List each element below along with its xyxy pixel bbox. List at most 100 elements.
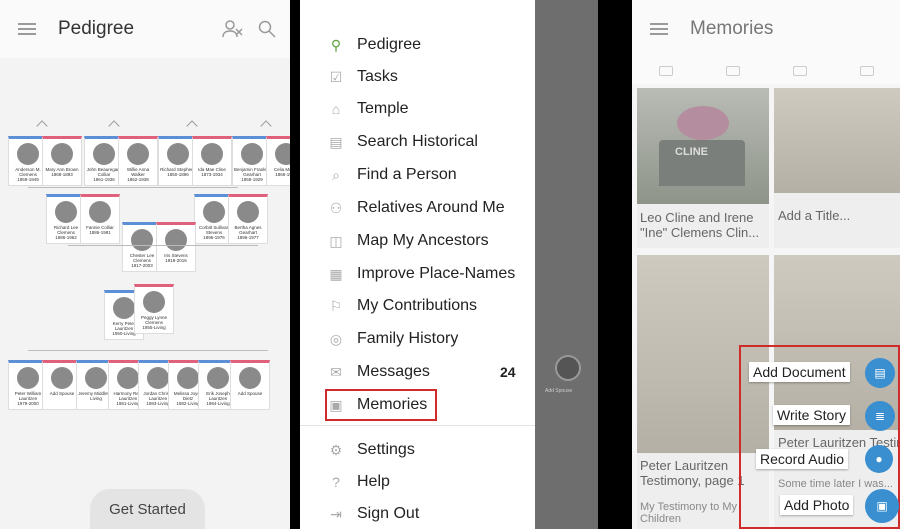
top-app-bar: Pedigree [0,0,290,58]
audio-tab-icon[interactable] [859,66,874,76]
avatar [143,291,165,313]
menu-item-label: My Contributions [357,297,478,314]
menu-item-sign-out[interactable]: ⇥ Sign Out [328,499,419,529]
person-card[interactable]: Mary Ann Brown 1868-1893 [42,136,82,186]
avatar [17,367,39,389]
avatar [241,143,263,165]
memories-screen: Memories CLINE Leo Cline and Irene "Ine"… [632,0,900,529]
avatar [127,143,149,165]
document-tab-icon[interactable] [725,66,740,76]
avatar [113,297,135,319]
menu-item-label: Temple [357,100,409,117]
person-card[interactable]: Willie Anna Walker 1862-1938 [118,136,158,186]
menu-item-label: Relatives Around Me [357,199,505,216]
avatar [51,367,73,389]
avatar [147,367,169,389]
story-tab-icon[interactable] [792,66,807,76]
menu-item-improve-place-names[interactable]: ▦ Improve Place-Names [328,259,515,289]
menu-item-find-a-person[interactable]: ⌕ Find a Person [328,160,457,190]
avatar [51,143,73,165]
menu-item-help[interactable]: ? Help [328,467,390,497]
avatar [117,367,139,389]
avatar [275,143,290,165]
person-card[interactable]: Fannie Colliar 1886-1981 [80,194,120,244]
pedigree-icon: ⚲ [330,36,342,53]
person-dates: 1866-1941 [275,172,290,177]
expand-chevron-icon[interactable] [108,120,120,132]
avatar [201,143,223,165]
avatar [165,229,187,251]
photo-icon[interactable]: ▣ [865,489,899,523]
person-dates: 1896-1977 [237,235,259,240]
person-card[interactable]: Peggy Lynne Clemens 1955-Living [134,284,174,334]
menu-item-search-historical[interactable]: ▤ Search Historical [328,127,478,157]
memory-tile[interactable]: CLINE Leo Cline and Irene "Ine" Clemens … [637,88,769,248]
hamburger-menu-icon[interactable] [18,23,36,35]
person-card[interactable]: Iris Stevens 1918-2016 [156,222,196,272]
person-dates: 1886-1981 [89,230,111,235]
avatar [237,201,259,223]
person-card[interactable]: Bertha Agnes Gearhart 1896-1977 [228,194,268,244]
hamburger-menu-icon[interactable] [650,23,668,35]
avatar [85,367,107,389]
person-dates: 1918-2016 [165,258,187,263]
menu-item-label: Sign Out [357,505,420,522]
menu-item-my-contributions[interactable]: ⚐ My Contributions [328,291,477,321]
get-started-button[interactable]: Get Started [90,489,205,529]
place-names-icon: ▦ [329,265,343,282]
person-name: Willie Anna Walker [126,167,150,177]
menu-item-tasks[interactable]: ☑ Tasks [328,62,398,92]
add-photo-label[interactable]: Add Photo [780,495,854,515]
memories-tabs [632,58,900,84]
tree-connector [28,187,238,188]
person-name: Peggy Lynne Clemens [140,315,168,325]
tree-connector [28,350,268,351]
page-title: Pedigree [58,18,135,39]
background-scrim[interactable]: Add Spouse [535,0,598,529]
add-document-label[interactable]: Add Document [749,362,850,382]
people-icon[interactable] [222,20,244,38]
record-audio-label[interactable]: Record Audio [756,449,849,469]
menu-item-relatives-around-me[interactable]: ⚇ Relatives Around Me [328,193,505,223]
photo-tab-icon[interactable] [658,66,673,76]
menu-item-pedigree[interactable]: ⚲ Pedigree [328,30,421,60]
search-icon[interactable] [258,20,276,38]
memories-title: Memories [690,18,774,39]
document-icon[interactable]: ▤ [865,358,895,388]
expand-chevron-icon[interactable] [260,120,272,132]
menu-item-map-my-ancestors[interactable]: ◫ Map My Ancestors [328,226,488,256]
memory-tile[interactable]: Add a Title... [774,88,900,248]
temple-icon: ⌂ [331,101,341,117]
expand-chevron-icon[interactable] [36,120,48,132]
person-card[interactable]: Add Spouse [230,360,270,410]
menu-item-family-history[interactable]: ◎ Family History [328,324,458,354]
pedigree-screen: Pedigree Anderson M. Clemens 1859-1949 Mar… [0,0,290,529]
avatar [93,143,115,165]
menu-item-messages[interactable]: ✉ Messages [328,357,430,387]
gravestone-photo: CLINE [637,88,769,204]
person-card[interactable]: Celia Moore1866-1941 [266,136,290,186]
menu-item-label: Help [357,473,390,490]
person-dates: 1955-Living [142,325,166,330]
map-icon: ◫ [329,232,343,249]
menu-item-label: Find a Person [357,166,457,183]
messages-icon: ✉ [330,363,342,380]
avatar [131,229,153,251]
menu-item-label: Improve Place-Names [357,265,516,282]
write-story-label[interactable]: Write Story [773,405,850,425]
avatar [17,143,39,165]
person-card[interactable]: Ida Mae Cline 1873-1934 [192,136,232,186]
story-icon[interactable]: ≣ [865,401,895,431]
microphone-icon[interactable]: ● [865,445,893,473]
expand-chevron-icon[interactable] [186,120,198,132]
menu-item-label: Search Historical [357,133,478,150]
gravestone-text: CLINE [675,146,708,158]
avatar [203,201,225,223]
tasks-icon: ☑ [329,68,343,85]
menu-item-temple[interactable]: ⌂ Temple [328,94,409,124]
menu-item-settings[interactable]: ⚙ Settings [328,435,415,465]
relatives-icon: ⚇ [329,199,343,216]
avatar [89,201,111,223]
avatar [177,367,199,389]
avatar [207,367,229,389]
